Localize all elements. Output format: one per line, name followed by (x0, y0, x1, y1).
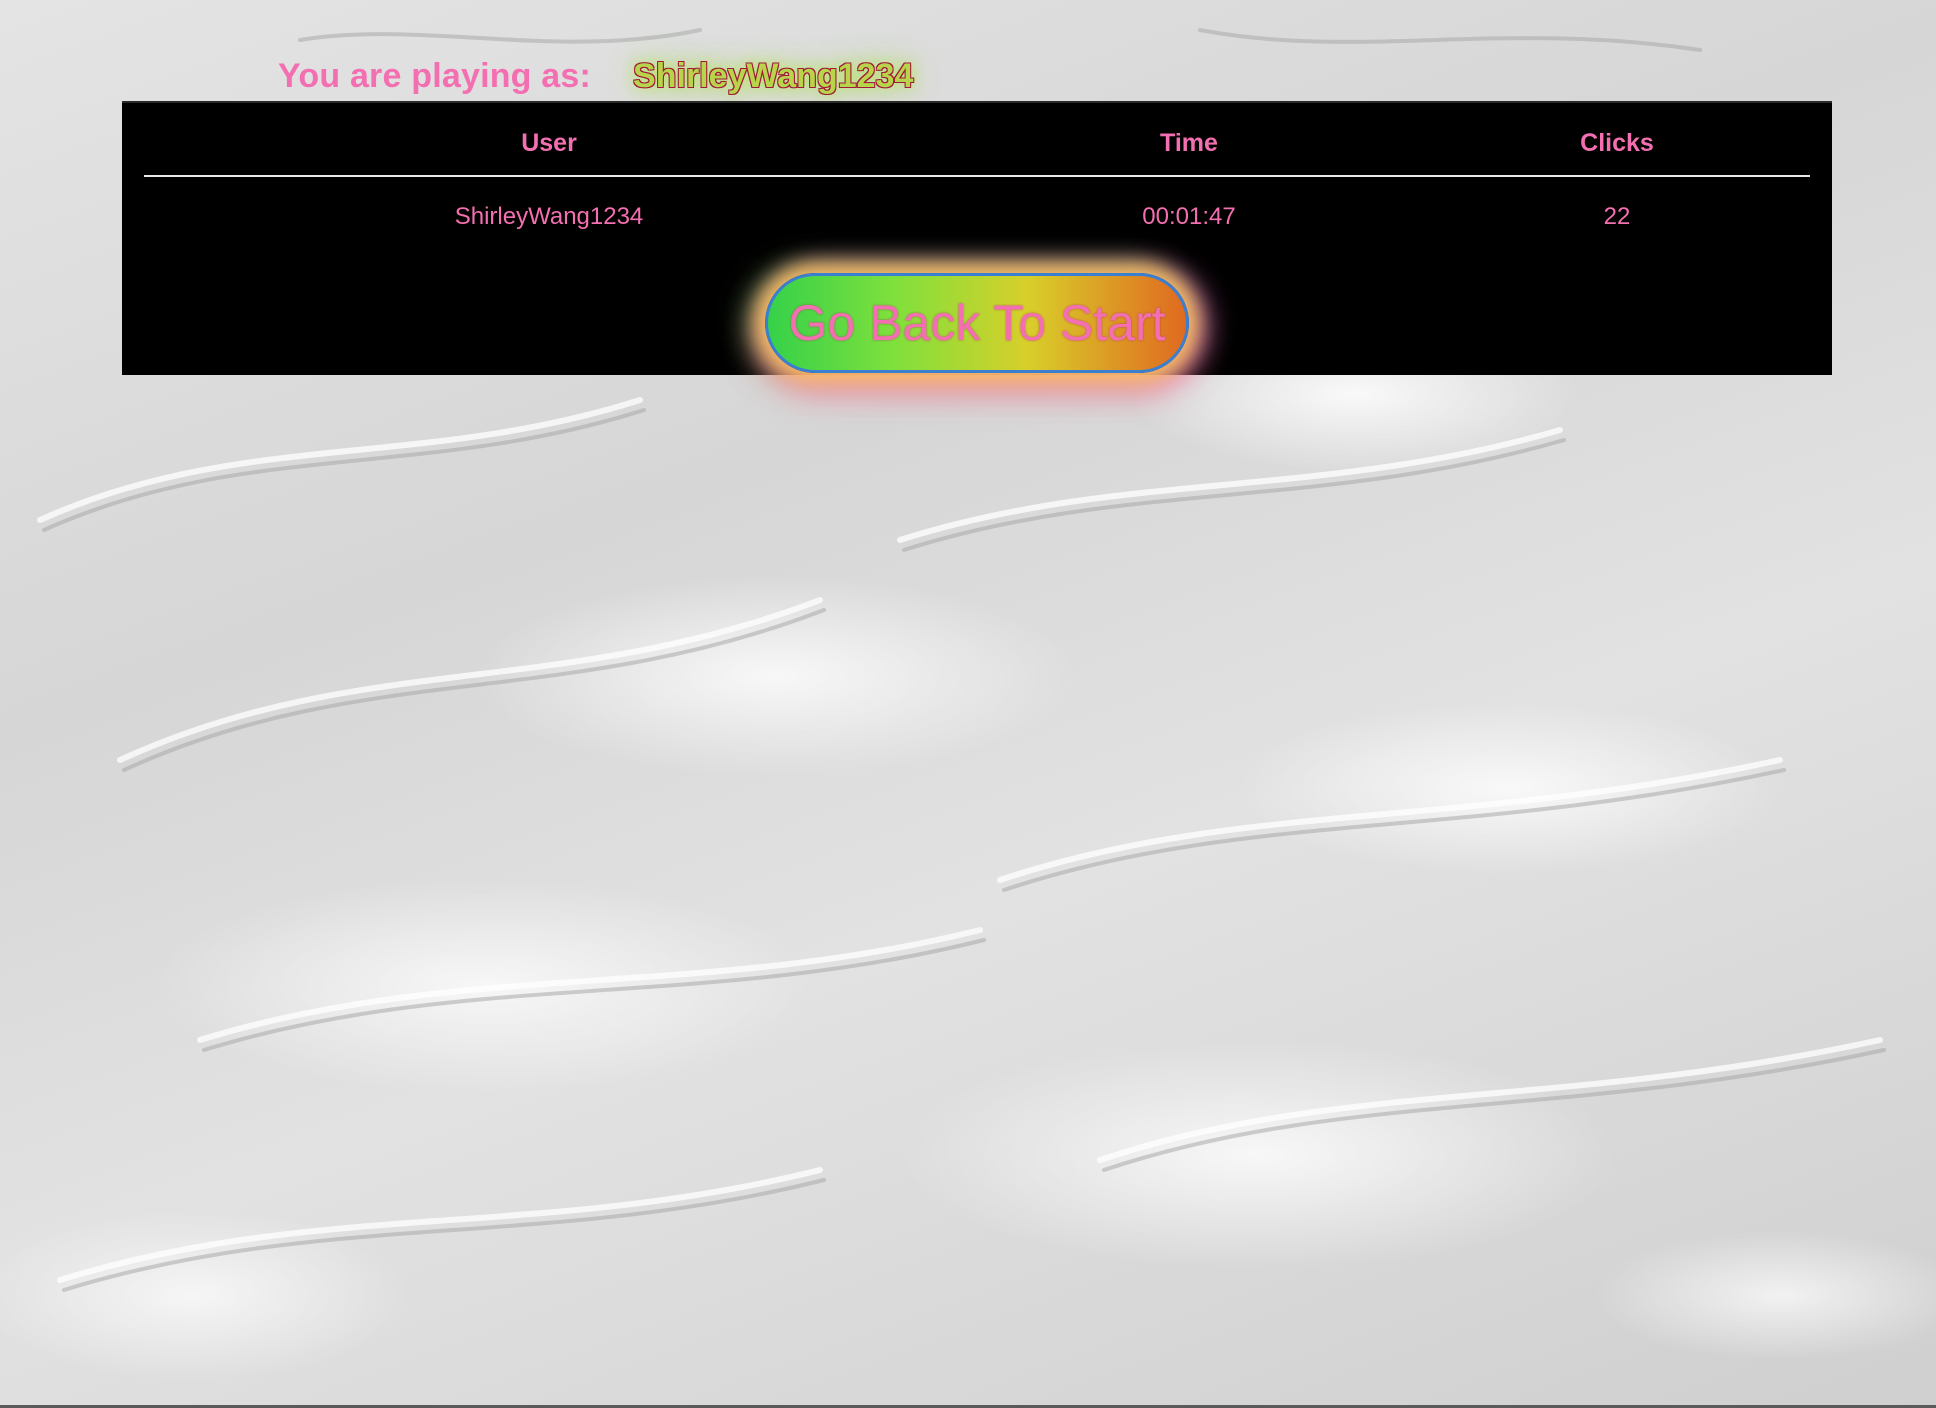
cell-time: 00:01:47 (1142, 203, 1236, 230)
column-header-time: Time (1160, 128, 1218, 157)
scoreboard-header-row: User Time Clicks (144, 121, 1810, 165)
go-back-to-start-label: Go Back To Start (788, 295, 1166, 351)
table-row: ShirleyWang1234 00:01:47 22 (144, 195, 1810, 239)
go-back-to-start-button[interactable]: Go Back To Start (765, 273, 1189, 373)
column-header-user: User (521, 128, 577, 157)
player-info: You are playing as: ShirleyWang1234 (278, 54, 913, 98)
player-username: ShirleyWang1234 (633, 56, 914, 95)
cell-user: ShirleyWang1234 (454, 203, 644, 230)
column-header-clicks: Clicks (1580, 128, 1654, 157)
header-divider (144, 175, 1810, 177)
cell-clicks: 22 (1603, 203, 1631, 230)
player-label: You are playing as: (278, 56, 592, 95)
scoreboard-top-rule (122, 101, 1832, 103)
